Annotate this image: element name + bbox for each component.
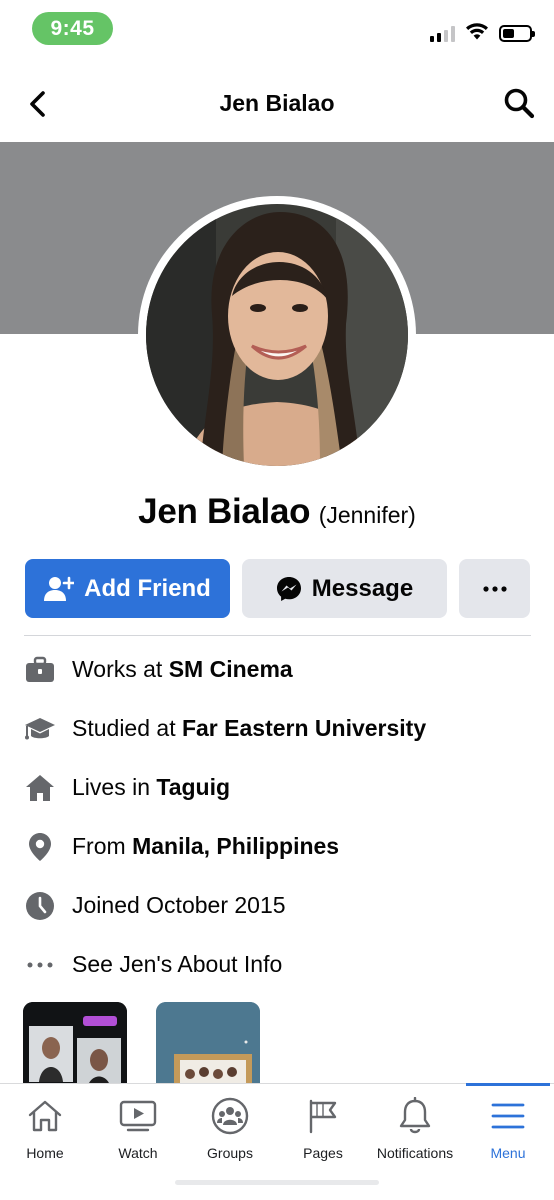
tab-label: Notifications bbox=[376, 1145, 454, 1161]
work-prefix: Works at bbox=[72, 656, 169, 682]
menu-icon bbox=[488, 1096, 528, 1136]
add-friend-icon bbox=[44, 576, 75, 601]
more-dots-icon bbox=[22, 947, 58, 983]
tab-watch[interactable]: Watch bbox=[92, 1096, 184, 1161]
intro-joined: Joined October 2015 bbox=[22, 876, 542, 935]
active-tab-indicator bbox=[466, 1083, 550, 1086]
see-about-info-link[interactable]: See Jen's About Info bbox=[22, 935, 542, 994]
signal-icon bbox=[430, 25, 455, 42]
graduation-cap-icon bbox=[22, 711, 58, 747]
search-button[interactable] bbox=[502, 86, 536, 120]
status-icons bbox=[430, 22, 535, 45]
home-icon bbox=[22, 770, 58, 806]
page-title: Jen Bialao bbox=[219, 90, 335, 116]
clock-icon bbox=[22, 888, 58, 924]
flag-icon bbox=[303, 1096, 343, 1136]
message-label: Message bbox=[311, 574, 414, 602]
home-icon bbox=[25, 1096, 65, 1136]
lives-prefix: Lives in bbox=[72, 774, 157, 800]
work-value[interactable]: SM Cinema bbox=[169, 656, 293, 682]
intro-from: From Manila, Philippines bbox=[22, 817, 542, 876]
tab-label: Home bbox=[26, 1145, 64, 1161]
intro-lives: Lives in Taguig bbox=[22, 758, 542, 817]
status-time: 9:45 bbox=[32, 12, 113, 45]
wifi-icon bbox=[465, 22, 489, 45]
messenger-icon bbox=[276, 576, 301, 601]
education-value[interactable]: Far Eastern University bbox=[182, 715, 426, 741]
intro-list: Works at SM Cinema Studied at Far Easter… bbox=[22, 640, 542, 994]
add-friend-button[interactable]: Add Friend bbox=[25, 559, 230, 618]
profile-picture[interactable] bbox=[146, 204, 408, 466]
location-pin-icon bbox=[22, 829, 58, 865]
profile-name: Jen Bialao bbox=[138, 492, 311, 531]
tab-groups[interactable]: Groups bbox=[184, 1096, 276, 1161]
tab-label: Groups bbox=[207, 1145, 253, 1161]
tab-notifications[interactable]: Notifications bbox=[369, 1096, 461, 1161]
joined-text: Joined October 2015 bbox=[72, 892, 286, 918]
message-button[interactable]: Message bbox=[242, 559, 447, 618]
profile-alternate-name: (Jennifer) bbox=[318, 502, 416, 528]
intro-education: Studied at Far Eastern University bbox=[22, 699, 542, 758]
status-bar: 9:45 bbox=[0, 0, 554, 60]
briefcase-icon bbox=[22, 652, 58, 688]
intro-work: Works at SM Cinema bbox=[22, 640, 542, 699]
watch-icon bbox=[118, 1096, 158, 1136]
from-prefix: From bbox=[72, 833, 133, 859]
divider bbox=[24, 635, 531, 636]
lives-value[interactable]: Taguig bbox=[156, 774, 230, 800]
home-indicator bbox=[175, 1180, 379, 1185]
add-friend-label: Add Friend bbox=[84, 574, 211, 602]
from-value[interactable]: Manila, Philippines bbox=[132, 833, 339, 859]
groups-icon bbox=[210, 1096, 250, 1136]
bell-icon bbox=[395, 1096, 435, 1136]
see-about-info-label: See Jen's About Info bbox=[72, 951, 283, 977]
more-options-button[interactable] bbox=[459, 559, 530, 618]
tab-label: Menu bbox=[490, 1145, 526, 1161]
tab-pages[interactable]: Pages bbox=[277, 1096, 369, 1161]
more-icon bbox=[482, 585, 507, 592]
tab-menu[interactable]: Menu bbox=[462, 1096, 554, 1161]
tab-label: Watch bbox=[118, 1145, 158, 1161]
battery-icon bbox=[499, 25, 535, 42]
tab-home[interactable]: Home bbox=[0, 1096, 91, 1161]
profile-header: Jen Bialao bbox=[0, 70, 554, 138]
education-prefix: Studied at bbox=[72, 715, 182, 741]
search-icon bbox=[504, 88, 535, 119]
profile-name-row: Jen Bialao (Jennifer) bbox=[0, 492, 554, 532]
tab-label: Pages bbox=[303, 1145, 343, 1161]
